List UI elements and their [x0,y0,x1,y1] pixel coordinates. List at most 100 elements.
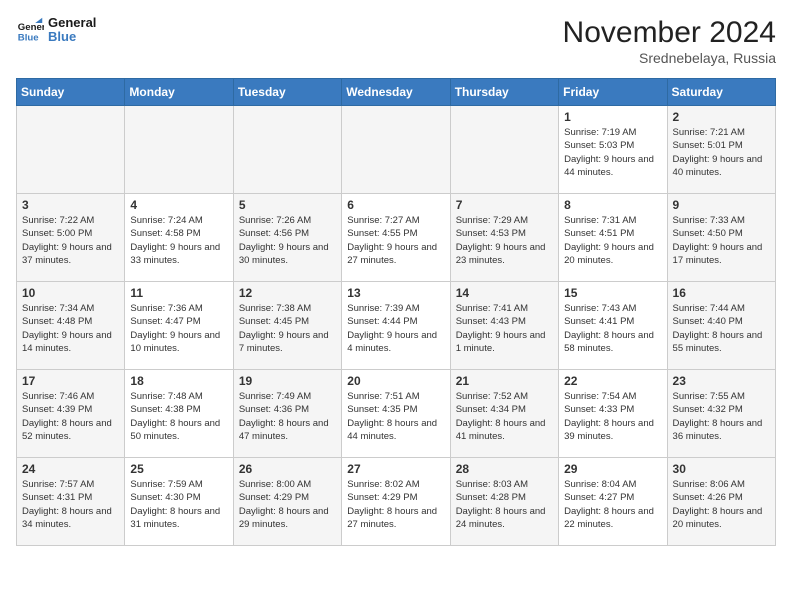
calendar-cell: 22Sunrise: 7:54 AM Sunset: 4:33 PM Dayli… [559,370,667,458]
calendar-cell: 1Sunrise: 7:19 AM Sunset: 5:03 PM Daylig… [559,106,667,194]
day-number: 9 [673,198,770,212]
day-info: Sunrise: 7:51 AM Sunset: 4:35 PM Dayligh… [347,390,444,443]
page-header: General Blue General Blue November 2024 … [16,16,776,66]
title-block: November 2024 Srednebelaya, Russia [563,16,776,66]
day-number: 13 [347,286,444,300]
day-info: Sunrise: 7:21 AM Sunset: 5:01 PM Dayligh… [673,126,770,179]
day-number: 16 [673,286,770,300]
calendar-cell: 8Sunrise: 7:31 AM Sunset: 4:51 PM Daylig… [559,194,667,282]
day-info: Sunrise: 7:38 AM Sunset: 4:45 PM Dayligh… [239,302,336,355]
day-number: 30 [673,462,770,476]
calendar-cell: 17 Sunrise: 7:46 AM Sunset: 4:39 PM Dayli… [17,370,125,458]
day-number: 4 [130,198,227,212]
day-number: 26 [239,462,336,476]
calendar-cell: 3 Sunrise: 7:22 AM Sunset: 5:00 PM Daylig… [17,194,125,282]
day-info: Sunrise: 7:26 AM Sunset: 4:56 PM Dayligh… [239,214,336,267]
day-info: Sunrise: 8:06 AM Sunset: 4:26 PM Dayligh… [673,478,770,531]
calendar-cell: 10Sunrise: 7:34 AM Sunset: 4:48 PM Dayli… [17,282,125,370]
calendar-body: 1Sunrise: 7:19 AM Sunset: 5:03 PM Daylig… [17,106,776,546]
day-number: 24 [22,462,119,476]
calendar-cell: 19Sunrise: 7:49 AM Sunset: 4:36 PM Dayli… [233,370,341,458]
day-number: 10 [22,286,119,300]
day-info: Sunrise: 7:48 AM Sunset: 4:38 PM Dayligh… [130,390,227,443]
week-row-2: 10Sunrise: 7:34 AM Sunset: 4:48 PM Dayli… [17,282,776,370]
calendar-cell: 25 Sunrise: 7:59 AM Sunset: 4:30 PM Dayli… [125,458,233,546]
day-info: Sunrise: 7:22 AM Sunset: 5:00 PM Dayligh… [22,214,119,267]
svg-text:General: General [18,22,44,33]
day-info: Sunrise: 7:39 AM Sunset: 4:44 PM Dayligh… [347,302,444,355]
calendar-cell [450,106,558,194]
header-wednesday: Wednesday [342,79,450,106]
day-info: Sunrise: 7:33 AM Sunset: 4:50 PM Dayligh… [673,214,770,267]
svg-text:Blue: Blue [18,33,39,44]
day-info: Sunrise: 7:27 AM Sunset: 4:55 PM Dayligh… [347,214,444,267]
calendar-cell: 5 Sunrise: 7:26 AM Sunset: 4:56 PM Daylig… [233,194,341,282]
calendar-cell [125,106,233,194]
day-number: 7 [456,198,553,212]
day-number: 12 [239,286,336,300]
calendar-cell: 30 Sunrise: 8:06 AM Sunset: 4:26 PM Dayli… [667,458,775,546]
calendar-cell: 6 Sunrise: 7:27 AM Sunset: 4:55 PM Daylig… [342,194,450,282]
header-row: SundayMondayTuesdayWednesdayThursdayFrid… [17,79,776,106]
day-number: 3 [22,198,119,212]
day-info: Sunrise: 7:59 AM Sunset: 4:30 PM Dayligh… [130,478,227,531]
day-info: Sunrise: 7:43 AM Sunset: 4:41 PM Dayligh… [564,302,661,355]
day-number: 23 [673,374,770,388]
day-number: 28 [456,462,553,476]
calendar-cell: 18 Sunrise: 7:48 AM Sunset: 4:38 PM Dayli… [125,370,233,458]
day-number: 14 [456,286,553,300]
day-number: 11 [130,286,227,300]
day-info: Sunrise: 7:54 AM Sunset: 4:33 PM Dayligh… [564,390,661,443]
day-info: Sunrise: 7:46 AM Sunset: 4:39 PM Dayligh… [22,390,119,443]
week-row-4: 24Sunrise: 7:57 AM Sunset: 4:31 PM Dayli… [17,458,776,546]
calendar-cell: 16 Sunrise: 7:44 AM Sunset: 4:40 PM Dayli… [667,282,775,370]
month-title: November 2024 [563,16,776,50]
day-info: Sunrise: 7:36 AM Sunset: 4:47 PM Dayligh… [130,302,227,355]
calendar-cell: 15Sunrise: 7:43 AM Sunset: 4:41 PM Dayli… [559,282,667,370]
calendar-cell: 11 Sunrise: 7:36 AM Sunset: 4:47 PM Dayli… [125,282,233,370]
day-info: Sunrise: 8:02 AM Sunset: 4:29 PM Dayligh… [347,478,444,531]
logo-blue: Blue [48,30,96,44]
day-number: 21 [456,374,553,388]
day-info: Sunrise: 7:55 AM Sunset: 4:32 PM Dayligh… [673,390,770,443]
header-sunday: Sunday [17,79,125,106]
calendar-cell [233,106,341,194]
day-number: 17 [22,374,119,388]
day-info: Sunrise: 7:24 AM Sunset: 4:58 PM Dayligh… [130,214,227,267]
day-info: Sunrise: 7:44 AM Sunset: 4:40 PM Dayligh… [673,302,770,355]
day-number: 5 [239,198,336,212]
calendar-cell: 21 Sunrise: 7:52 AM Sunset: 4:34 PM Dayli… [450,370,558,458]
day-number: 6 [347,198,444,212]
week-row-3: 17 Sunrise: 7:46 AM Sunset: 4:39 PM Dayli… [17,370,776,458]
calendar-cell: 23 Sunrise: 7:55 AM Sunset: 4:32 PM Dayli… [667,370,775,458]
calendar-cell [17,106,125,194]
calendar-cell: 2Sunrise: 7:21 AM Sunset: 5:01 PM Daylig… [667,106,775,194]
calendar-cell: 28 Sunrise: 8:03 AM Sunset: 4:28 PM Dayli… [450,458,558,546]
day-info: Sunrise: 7:41 AM Sunset: 4:43 PM Dayligh… [456,302,553,355]
header-friday: Friday [559,79,667,106]
day-number: 25 [130,462,227,476]
calendar-cell: 4 Sunrise: 7:24 AM Sunset: 4:58 PM Daylig… [125,194,233,282]
calendar-cell: 13 Sunrise: 7:39 AM Sunset: 4:44 PM Dayli… [342,282,450,370]
day-info: Sunrise: 7:19 AM Sunset: 5:03 PM Dayligh… [564,126,661,179]
calendar-cell: 27Sunrise: 8:02 AM Sunset: 4:29 PM Dayli… [342,458,450,546]
day-number: 18 [130,374,227,388]
calendar-cell: 29Sunrise: 8:04 AM Sunset: 4:27 PM Dayli… [559,458,667,546]
location: Srednebelaya, Russia [563,50,776,66]
header-tuesday: Tuesday [233,79,341,106]
day-info: Sunrise: 8:03 AM Sunset: 4:28 PM Dayligh… [456,478,553,531]
calendar-header: SundayMondayTuesdayWednesdayThursdayFrid… [17,79,776,106]
day-info: Sunrise: 7:29 AM Sunset: 4:53 PM Dayligh… [456,214,553,267]
calendar-cell: 20 Sunrise: 7:51 AM Sunset: 4:35 PM Dayli… [342,370,450,458]
day-number: 20 [347,374,444,388]
header-thursday: Thursday [450,79,558,106]
day-info: Sunrise: 7:52 AM Sunset: 4:34 PM Dayligh… [456,390,553,443]
day-info: Sunrise: 8:04 AM Sunset: 4:27 PM Dayligh… [564,478,661,531]
logo-general: General [48,16,96,30]
day-info: Sunrise: 7:49 AM Sunset: 4:36 PM Dayligh… [239,390,336,443]
calendar-cell: 14 Sunrise: 7:41 AM Sunset: 4:43 PM Dayli… [450,282,558,370]
logo-icon: General Blue [16,16,44,44]
calendar-cell [342,106,450,194]
day-info: Sunrise: 8:00 AM Sunset: 4:29 PM Dayligh… [239,478,336,531]
logo: General Blue General Blue [16,16,96,45]
